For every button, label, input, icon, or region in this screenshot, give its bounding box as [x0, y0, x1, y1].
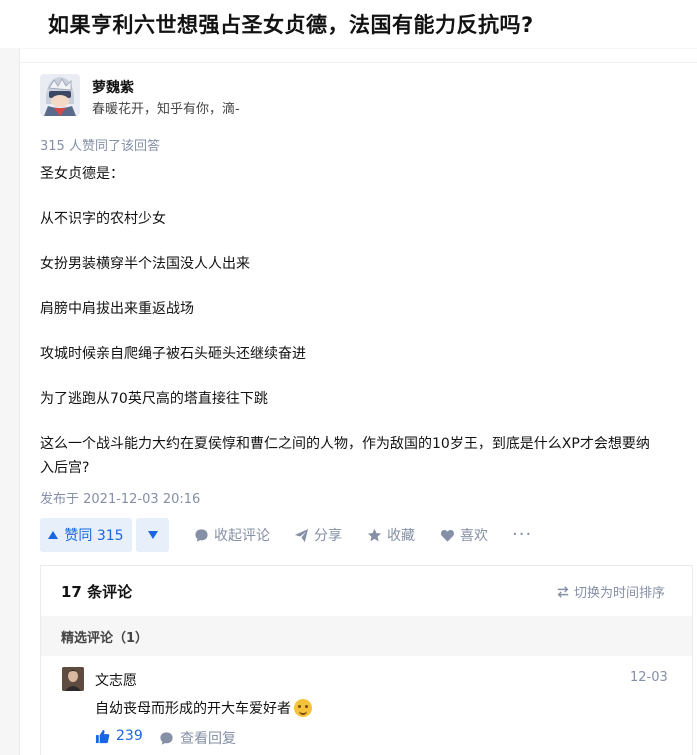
grinning-face-emoji-icon	[294, 699, 312, 717]
heart-icon	[440, 529, 455, 542]
favorite-label: 收藏	[387, 528, 415, 544]
comment-count: 17 条评论	[61, 583, 133, 601]
answer-paragraph: 从不识字的农村少女	[40, 211, 166, 227]
avatar-image	[62, 667, 84, 691]
like-button[interactable]: 喜欢	[440, 526, 488, 544]
answer-paragraph: 为了逃跑从70英尺高的塔直接往下跳	[40, 391, 268, 407]
upvote-label: 赞同 315	[64, 528, 124, 544]
question-title[interactable]: 如果亨利六世想强占圣女贞德，法国有能力反抗吗?	[48, 9, 534, 39]
answer-paragraph: 这么一个战斗能力大约在夏侯惇和曹仁之间的人物，作为敌国的10岁王，到底是什么XP…	[40, 436, 650, 452]
commenter-avatar[interactable]	[62, 667, 84, 691]
swap-arrows-icon	[557, 585, 569, 598]
comment-bubble-icon	[160, 731, 173, 745]
downvote-button[interactable]	[136, 518, 169, 552]
publish-time[interactable]: 发布于 2021-12-03 20:16	[40, 488, 200, 507]
answer-paragraph: 攻城时候亲自爬绳子被石头砸头还继续奋进	[40, 346, 306, 362]
author-bio: 春暖花开，知乎有你，滴-	[92, 102, 240, 117]
answer-paragraph: 肩膀中肩拔出来重返战场	[40, 301, 194, 317]
share-label: 分享	[314, 528, 342, 544]
view-replies-button[interactable]: 查看回复	[159, 728, 236, 748]
triangle-up-icon	[48, 531, 59, 539]
vote-count-summary: 315 人赞同了该回答	[40, 139, 160, 154]
favorite-button[interactable]: 收藏	[367, 526, 415, 544]
divider	[19, 62, 697, 63]
commenter-name[interactable]: 文志愿	[95, 670, 137, 690]
divider	[19, 49, 20, 755]
author-name[interactable]: 萝魏紫	[92, 77, 134, 97]
collapse-comments-button[interactable]: 收起评论	[194, 526, 270, 544]
more-options-icon[interactable]: ···	[512, 524, 532, 545]
comment-like-count: 239	[116, 728, 143, 744]
share-button[interactable]: 分享	[294, 526, 342, 544]
star-icon	[367, 528, 382, 541]
featured-comments-title: 精选评论（1）	[61, 631, 149, 646]
thumbs-up-icon	[95, 729, 110, 743]
sort-toggle-button[interactable]: 切换为时间排序	[556, 582, 665, 601]
comment-text: 自幼丧母而形成的开大车爱好者	[95, 698, 312, 718]
comment-bubble-icon	[195, 528, 208, 542]
triangle-down-icon	[147, 531, 158, 539]
view-replies-label: 查看回复	[180, 731, 236, 747]
upvote-button[interactable]: 赞同 315	[40, 518, 132, 552]
like-label: 喜欢	[460, 528, 488, 544]
answer-paragraph: 入后宫?	[40, 460, 90, 476]
answer-paragraph: 圣女贞德是：	[40, 166, 124, 182]
answer-paragraph: 女扮男装横穿半个法国没人人出来	[40, 256, 250, 272]
question-header: 如果亨利六世想强占圣女贞德，法国有能力反抗吗?	[0, 0, 697, 48]
paper-plane-icon	[294, 528, 309, 542]
avatar-image	[40, 74, 80, 116]
collapse-comments-label: 收起评论	[214, 528, 270, 544]
comment-date: 12-03	[630, 670, 668, 685]
comment-like-button[interactable]: 239	[95, 728, 143, 744]
comment-body: 自幼丧母而形成的开大车爱好者	[95, 701, 291, 717]
sort-toggle-label: 切换为时间排序	[574, 586, 666, 601]
author-avatar[interactable]	[40, 74, 80, 116]
